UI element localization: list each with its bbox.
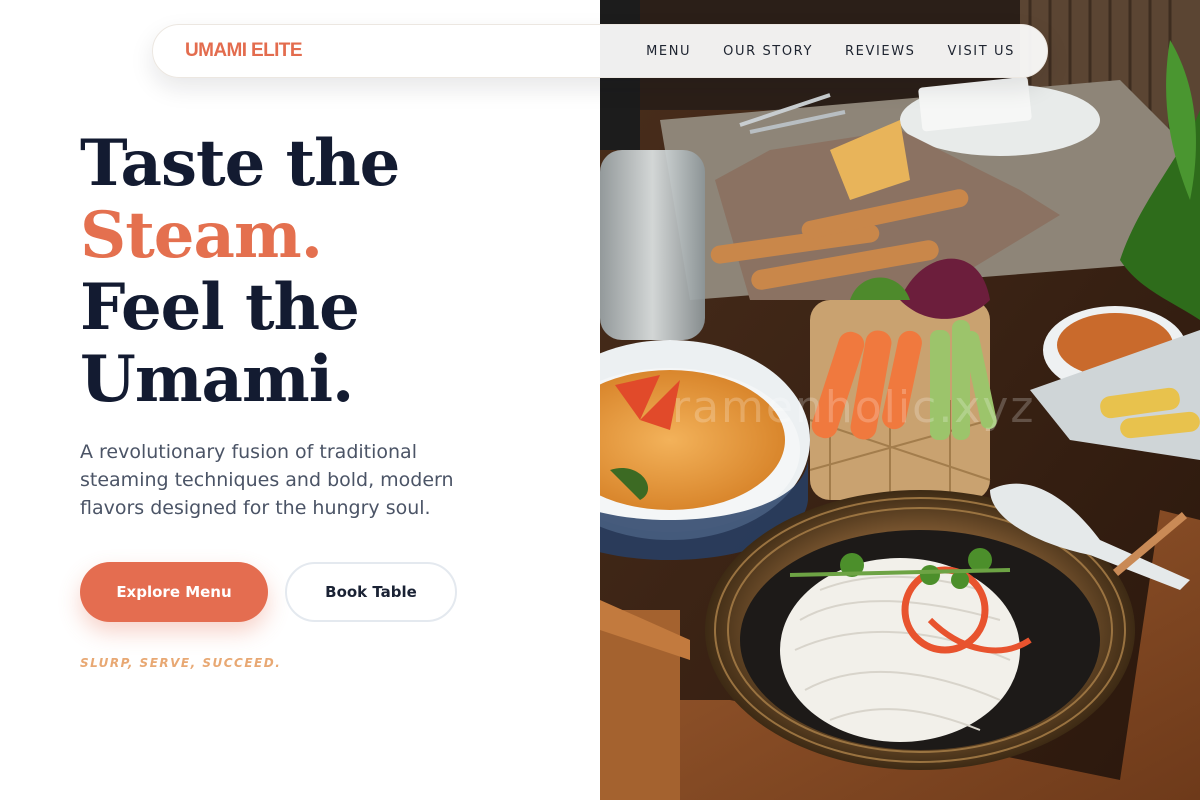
nav-item-visit-us[interactable]: VISIT US [948, 44, 1015, 59]
headline-line-2: Steam. [80, 198, 323, 273]
hero-subtitle: A revolutionary fusion of traditional st… [80, 441, 454, 519]
headline-line-1: Taste the [80, 126, 400, 201]
headline-line-3: Feel the [80, 270, 360, 345]
hero-tagline: SLURP, SERVE, SUCCEED. [80, 656, 282, 670]
headline-line-4: Umami. [80, 342, 354, 417]
nav-item-our-story[interactable]: OUR STORY [723, 44, 813, 59]
nav-item-menu[interactable]: MENU [646, 44, 691, 59]
hero-headline: Taste the Steam. Feel the Umami. [80, 128, 580, 416]
nav-menu: MENU OUR STORY REVIEWS VISIT US [646, 44, 1015, 59]
top-navigation: UMAMI ELITE MENU OUR STORY REVIEWS VISIT… [152, 24, 1048, 78]
nav-item-reviews[interactable]: REVIEWS [845, 44, 916, 59]
book-table-button[interactable]: Book Table [285, 562, 457, 622]
photo-watermark: ramenholic.xyz [672, 382, 1036, 433]
brand-logo[interactable]: UMAMI ELITE [185, 40, 303, 62]
explore-menu-button[interactable]: Explore Menu [80, 562, 268, 622]
